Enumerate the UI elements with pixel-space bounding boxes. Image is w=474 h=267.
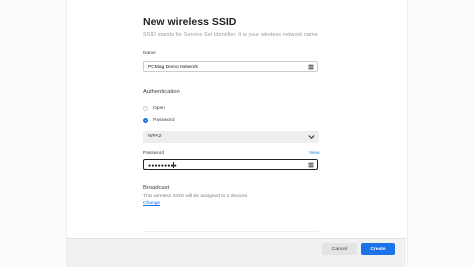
divider	[143, 231, 319, 232]
chevron-down-icon	[308, 135, 315, 140]
left-backdrop	[0, 0, 66, 266]
name-label: Name	[143, 51, 156, 56]
radio-password[interactable]	[143, 118, 148, 123]
broadcast-heading: Broadcast	[143, 185, 170, 191]
security-type-select[interactable]: WPA2	[143, 131, 319, 143]
list-icon[interactable]	[308, 64, 314, 70]
radio-open-label: Open	[153, 106, 165, 111]
list-icon[interactable]	[308, 162, 314, 168]
broadcast-info: This wireless SSID will be assigned to 2…	[143, 194, 249, 199]
cancel-button[interactable]: Cancel	[322, 243, 357, 255]
password-label: Password	[143, 151, 165, 156]
dialog-title: New wireless SSID	[143, 16, 237, 28]
view-password-link[interactable]: View	[309, 151, 320, 156]
change-link[interactable]: Change	[143, 201, 160, 206]
create-button[interactable]: Create	[361, 243, 395, 255]
password-input[interactable]: ●●●●●●●●●	[143, 159, 318, 170]
radio-open[interactable]	[143, 106, 148, 111]
name-input[interactable]: PCMag Demo Network	[143, 61, 318, 72]
text-caret	[173, 162, 174, 168]
authentication-heading: Authentication	[143, 89, 180, 95]
security-type-value: WPA2	[148, 134, 162, 139]
name-input-value: PCMag Demo Network	[148, 64, 199, 70]
screen: New wireless SSID SSID stands for Servic…	[0, 0, 474, 267]
radio-password-label: Password	[153, 118, 175, 123]
right-backdrop	[406, 0, 474, 266]
dialog-subtitle: SSID stands for Service Set Identifier. …	[143, 32, 320, 38]
